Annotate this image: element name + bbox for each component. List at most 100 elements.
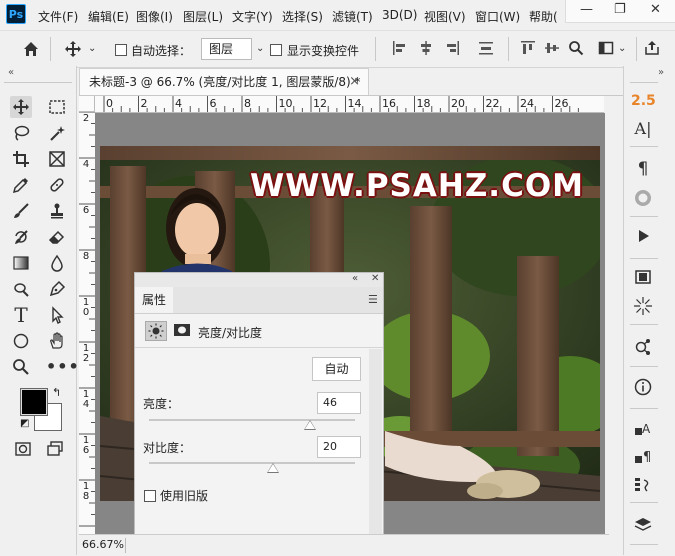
home-icon[interactable] bbox=[22, 40, 40, 62]
more-tools-icon[interactable]: ••• bbox=[46, 356, 79, 378]
healing-brush-tool[interactable] bbox=[46, 174, 68, 196]
menu-file[interactable]: 文件(F) bbox=[38, 8, 78, 25]
ruler-top-label: 2 bbox=[140, 97, 148, 110]
close-panel-button[interactable]: ✕ bbox=[371, 273, 379, 284]
ellipse-tool[interactable] bbox=[10, 330, 32, 352]
default-colors-icon[interactable]: ◩ bbox=[20, 418, 29, 429]
distribute-icon[interactable] bbox=[478, 40, 494, 60]
brightness-slider-track[interactable] bbox=[149, 419, 355, 421]
collapse-panel-button[interactable]: « bbox=[352, 273, 358, 284]
zoom-level[interactable]: 66.67% bbox=[82, 538, 124, 551]
chevron-down-icon[interactable]: ⌄ bbox=[88, 40, 96, 58]
quick-mask-icon[interactable] bbox=[12, 438, 34, 460]
type-tool-icon[interactable]: T bbox=[10, 304, 32, 326]
frame-tool[interactable] bbox=[46, 148, 68, 170]
character-panel-icon[interactable]: A| bbox=[632, 118, 654, 140]
search-icon[interactable] bbox=[568, 40, 584, 60]
chevron-down-icon[interactable]: ⌄ bbox=[618, 40, 626, 58]
panel-titlebar[interactable]: « ✕ bbox=[135, 273, 383, 287]
eraser-tool[interactable] bbox=[46, 226, 68, 248]
workspace-icon[interactable] bbox=[598, 40, 614, 60]
auto-select-checkbox[interactable] bbox=[115, 44, 127, 56]
brush-tool[interactable] bbox=[10, 200, 32, 222]
expand-dock-button[interactable]: » bbox=[658, 67, 664, 78]
document-tab[interactable]: 未标题-3 @ 66.7% (亮度/对比度 1, 图层蒙版/8) * × bbox=[79, 68, 369, 96]
panel-scrollbar[interactable] bbox=[369, 349, 382, 554]
pen-tool[interactable] bbox=[46, 278, 68, 300]
adjustment-icon[interactable] bbox=[145, 321, 167, 341]
paragraph-panel-icon[interactable]: ¶ bbox=[632, 158, 654, 180]
minimize-button[interactable]: — bbox=[580, 2, 593, 17]
options-bar: ⌄ 自动选择： 图层 ⌄ 显示变换控件 ⌄ bbox=[0, 30, 675, 68]
paragraph-styles-icon[interactable]: ¶ bbox=[632, 448, 654, 470]
character-styles-icon[interactable]: A bbox=[632, 420, 654, 442]
show-transform-checkbox[interactable] bbox=[270, 44, 282, 56]
crop-tool[interactable] bbox=[10, 148, 32, 170]
align-right-icon[interactable] bbox=[444, 40, 460, 60]
panel-menu-icon[interactable]: ☰ bbox=[368, 293, 378, 306]
share-icon[interactable] bbox=[644, 40, 660, 60]
menu-help[interactable]: 帮助( bbox=[529, 8, 558, 25]
clone-stamp-tool[interactable] bbox=[46, 200, 68, 222]
chevron-down-icon[interactable]: ⌄ bbox=[256, 40, 264, 58]
menu-edit[interactable]: 编辑(E) bbox=[88, 8, 129, 25]
close-tab-button[interactable]: × bbox=[349, 69, 360, 95]
info-icon[interactable] bbox=[632, 378, 654, 400]
menu-window[interactable]: 窗口(W) bbox=[475, 8, 520, 25]
hand-tool[interactable] bbox=[46, 330, 68, 352]
brightness-input[interactable]: 46 bbox=[317, 392, 361, 414]
value-badge[interactable]: 2.5 bbox=[631, 93, 656, 109]
align-center-icon[interactable] bbox=[418, 40, 434, 60]
dodge-tool[interactable] bbox=[10, 278, 32, 300]
glyphs-panel-icon[interactable] bbox=[632, 188, 654, 210]
menu-view[interactable]: 视图(V) bbox=[424, 8, 466, 25]
marquee-tool[interactable] bbox=[46, 96, 68, 118]
contrast-slider-thumb[interactable] bbox=[266, 463, 279, 473]
menu-layer[interactable]: 图层(L) bbox=[183, 8, 223, 25]
align-top-icon[interactable] bbox=[520, 40, 536, 60]
close-button[interactable]: ✕ bbox=[650, 2, 661, 17]
navigator-icon[interactable] bbox=[632, 338, 654, 360]
menu-3d[interactable]: 3D(D) bbox=[382, 8, 417, 22]
svg-text:A: A bbox=[642, 422, 651, 436]
auto-select-target-dropdown[interactable]: 图层 bbox=[201, 38, 252, 60]
layers-icon[interactable] bbox=[632, 516, 654, 538]
eyedropper-tool[interactable] bbox=[10, 174, 32, 196]
swap-colors-icon[interactable]: ↰ bbox=[52, 386, 61, 399]
move-tool-icon[interactable] bbox=[64, 40, 82, 62]
foreground-color-swatch[interactable] bbox=[20, 388, 48, 416]
auto-button[interactable]: 自动 bbox=[312, 357, 361, 381]
menu-image[interactable]: 图像(I) bbox=[136, 8, 173, 25]
menu-type[interactable]: 文字(Y) bbox=[232, 8, 273, 25]
zoom-tool[interactable] bbox=[10, 356, 32, 378]
align-middle-icon[interactable] bbox=[544, 40, 560, 60]
menu-filter[interactable]: 滤镜(T) bbox=[332, 8, 373, 25]
lasso-tool[interactable] bbox=[10, 122, 32, 144]
ruler-top-label: 20 bbox=[451, 97, 465, 110]
screen-mode-icon[interactable] bbox=[44, 438, 66, 460]
restore-button[interactable]: ❐ bbox=[614, 2, 626, 17]
libraries-icon[interactable] bbox=[632, 268, 654, 290]
history-brush-tool[interactable] bbox=[10, 226, 32, 248]
layer-mask-icon[interactable] bbox=[173, 321, 191, 339]
use-legacy-label: 使用旧版 bbox=[160, 489, 209, 503]
ruler-top-label: 14 bbox=[347, 97, 362, 110]
ruler-top-label: 26 bbox=[554, 97, 569, 110]
tab-properties[interactable]: 属性 bbox=[135, 287, 173, 313]
play-icon[interactable] bbox=[632, 228, 654, 250]
use-legacy-checkbox[interactable] bbox=[144, 490, 156, 502]
menu-select[interactable]: 选择(S) bbox=[282, 8, 323, 25]
brightness-burst-icon[interactable] bbox=[632, 296, 654, 318]
gradient-tool[interactable] bbox=[10, 252, 32, 274]
blur-tool[interactable] bbox=[46, 252, 68, 274]
vertical-scroll-area bbox=[605, 96, 623, 534]
align-left-icon[interactable] bbox=[392, 40, 408, 60]
collapse-panel-button[interactable]: « bbox=[8, 67, 14, 78]
history-icon[interactable] bbox=[632, 476, 654, 498]
contrast-slider-track[interactable] bbox=[149, 462, 355, 464]
path-selection-tool[interactable] bbox=[46, 304, 68, 326]
move-tool[interactable] bbox=[10, 96, 32, 118]
magic-wand-tool[interactable] bbox=[46, 122, 68, 144]
contrast-input[interactable]: 20 bbox=[317, 436, 361, 458]
brightness-slider-thumb[interactable] bbox=[303, 420, 316, 430]
